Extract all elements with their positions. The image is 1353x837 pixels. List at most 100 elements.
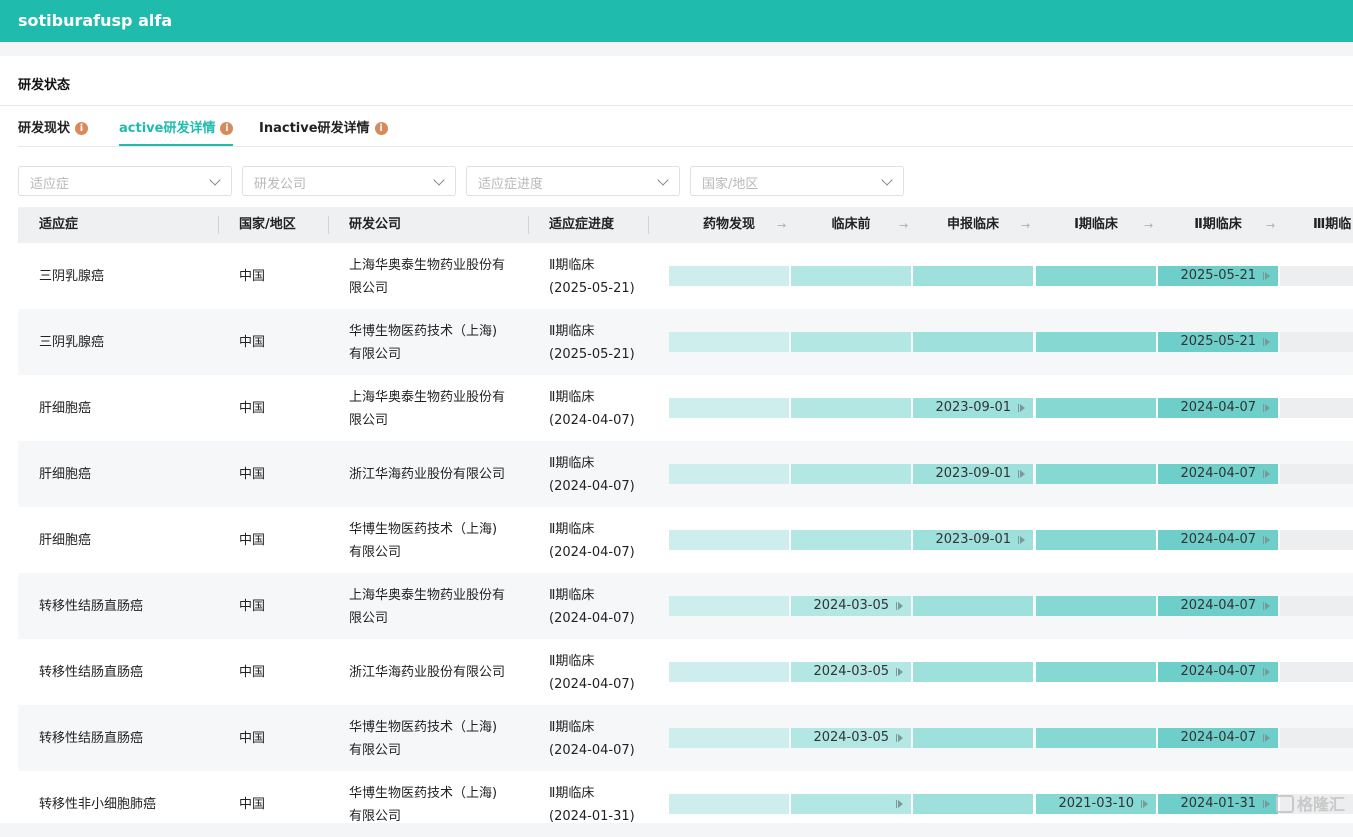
stage-bar[interactable] [913, 728, 1033, 748]
stage-bar[interactable] [669, 530, 789, 550]
indication-cell: 转移性结肠直肠癌 [39, 661, 143, 684]
stage-bar [1280, 662, 1353, 682]
stage-bar[interactable]: 2021-03-10 [1036, 794, 1156, 814]
stage-bar[interactable] [669, 266, 789, 286]
progress-cell: Ⅱ期临床 [549, 386, 594, 409]
stage-date: 2024-04-07 [1180, 530, 1256, 550]
column-header-indication[interactable]: 适应症 [39, 207, 78, 243]
stage-bar[interactable] [1036, 662, 1156, 682]
stage-bar[interactable]: 2023-09-01 [913, 398, 1033, 418]
stage-bar[interactable] [791, 794, 911, 814]
column-header-country[interactable]: 国家/地区 [239, 207, 296, 243]
stage-bar[interactable]: 2025-05-21 [1158, 332, 1278, 352]
stage-date: 2024-04-07 [1180, 398, 1256, 418]
info-icon[interactable]: i [75, 122, 88, 135]
tab-inactive-details[interactable]: Inactive研发详情i [259, 118, 388, 146]
watermark-icon [1276, 795, 1294, 813]
stage-bar[interactable] [791, 464, 911, 484]
progress-filter-select[interactable]: 适应症进度 [466, 166, 680, 196]
stage-bar[interactable] [913, 794, 1033, 814]
tab-label: active研发详情 [119, 121, 215, 136]
company-filter-select[interactable]: 研发公司 [242, 166, 456, 196]
stage-bar[interactable] [1036, 530, 1156, 550]
stage-bar[interactable]: 2024-04-07 [1158, 530, 1278, 550]
tab-divider [18, 146, 1353, 147]
stage-bar[interactable] [1036, 332, 1156, 352]
chevron-down-icon [881, 174, 892, 185]
stage-marker-icon [1020, 536, 1025, 544]
table-row[interactable]: 肝细胞癌中国上海华奥泰生物药业股份有限公司Ⅱ期临床(2024-04-07)202… [18, 375, 1353, 441]
progress-date-cell: (2024-04-07) [549, 541, 635, 564]
tab-current-status[interactable]: 研发现状i [18, 118, 88, 146]
stage-bar[interactable] [669, 728, 789, 748]
stage-marker-icon [1265, 602, 1270, 610]
stage-bar[interactable]: 2025-05-21 [1158, 266, 1278, 286]
column-header-company[interactable]: 研发公司 [349, 207, 401, 243]
table-row[interactable]: 肝细胞癌中国浙江华海药业股份有限公司Ⅱ期临床(2024-04-07)2023-0… [18, 441, 1353, 507]
progress-cell: Ⅱ期临床 [549, 716, 594, 739]
stage-bar[interactable] [669, 398, 789, 418]
table-row[interactable]: 三阴乳腺癌中国华博生物医药技术（上海)有限公司Ⅱ期临床(2025-05-21)2… [18, 309, 1353, 375]
stage-header: Ⅲ期临 [1280, 207, 1353, 243]
stage-bar[interactable]: 2024-04-07 [1158, 596, 1278, 616]
stage-bar[interactable]: 2024-04-07 [1158, 398, 1278, 418]
stage-bar[interactable]: 2023-09-01 [913, 464, 1033, 484]
info-icon[interactable]: i [220, 122, 233, 135]
stage-bar[interactable] [913, 332, 1033, 352]
stage-header: 申报临床 [913, 207, 1033, 243]
stage-bar[interactable] [1036, 728, 1156, 748]
stage-marker-icon [898, 734, 903, 742]
select-placeholder: 适应症 [30, 173, 69, 192]
company-cell: 有限公司 [349, 343, 401, 366]
tab-active-details[interactable]: active研发详情 i [119, 118, 233, 146]
company-cell: 华博生物医药技术（上海) [349, 320, 497, 343]
stage-bar[interactable] [913, 266, 1033, 286]
table-row[interactable]: 肝细胞癌中国华博生物医药技术（上海)有限公司Ⅱ期临床(2024-04-07)20… [18, 507, 1353, 573]
company-cell: 限公司 [349, 607, 388, 630]
stage-bar[interactable] [669, 332, 789, 352]
stage-bar[interactable] [669, 596, 789, 616]
stage-bar[interactable]: 2024-04-07 [1158, 464, 1278, 484]
progress-cell: Ⅱ期临床 [549, 320, 594, 343]
table-row[interactable]: 转移性结肠直肠癌中国浙江华海药业股份有限公司Ⅱ期临床(2024-04-07)20… [18, 639, 1353, 705]
table-row[interactable]: 转移性非小细胞肺癌中国华博生物医药技术（上海)有限公司Ⅱ期临床(2024-01-… [18, 771, 1353, 837]
arrow-right-icon: → [1021, 219, 1030, 232]
info-icon[interactable]: i [375, 122, 388, 135]
table-row[interactable]: 三阴乳腺癌中国上海华奥泰生物药业股份有限公司Ⅱ期临床(2025-05-21)20… [18, 243, 1353, 309]
stage-bar[interactable]: 2023-09-01 [913, 530, 1033, 550]
stage-bar[interactable]: 2024-04-07 [1158, 728, 1278, 748]
country-cell: 中国 [239, 265, 265, 288]
stage-bar[interactable] [791, 398, 911, 418]
stage-bar[interactable] [1036, 398, 1156, 418]
stage-bar[interactable] [913, 596, 1033, 616]
stage-bar[interactable] [669, 794, 789, 814]
stage-bar[interactable]: 2024-03-05 [791, 662, 911, 682]
region-filter-select[interactable]: 国家/地区 [690, 166, 904, 196]
stage-bar[interactable] [1036, 596, 1156, 616]
progress-cell: Ⅱ期临床 [549, 254, 594, 277]
stage-bar[interactable]: 2024-01-31 [1158, 794, 1278, 814]
stage-date: 2024-03-05 [813, 596, 889, 616]
country-cell: 中国 [239, 463, 265, 486]
stage-bar[interactable]: 2024-04-07 [1158, 662, 1278, 682]
stage-bar[interactable] [913, 662, 1033, 682]
progress-date-cell: (2025-05-21) [549, 343, 635, 366]
stage-bar[interactable] [791, 332, 911, 352]
stage-bar[interactable]: 2024-03-05 [791, 596, 911, 616]
stage-bar[interactable] [1036, 266, 1156, 286]
table-row[interactable]: 转移性结肠直肠癌中国上海华奥泰生物药业股份有限公司Ⅱ期临床(2024-04-07… [18, 573, 1353, 639]
stage-bar[interactable]: 2024-03-05 [791, 728, 911, 748]
stage-bar[interactable] [669, 662, 789, 682]
stage-bar[interactable] [791, 266, 911, 286]
indication-filter-select[interactable]: 适应症 [18, 166, 232, 196]
column-header-progress[interactable]: 适应症进度 [549, 207, 614, 243]
table-row[interactable]: 转移性结肠直肠癌中国华博生物医药技术（上海)有限公司Ⅱ期临床(2024-04-0… [18, 705, 1353, 771]
stage-bar[interactable] [1036, 464, 1156, 484]
stage-bar[interactable] [791, 530, 911, 550]
arrow-right-icon: → [899, 219, 908, 232]
chevron-down-icon [657, 174, 668, 185]
stage-bar [1280, 530, 1353, 550]
indication-cell: 肝细胞癌 [39, 463, 91, 486]
indication-cell: 三阴乳腺癌 [39, 265, 104, 288]
stage-bar[interactable] [669, 464, 789, 484]
